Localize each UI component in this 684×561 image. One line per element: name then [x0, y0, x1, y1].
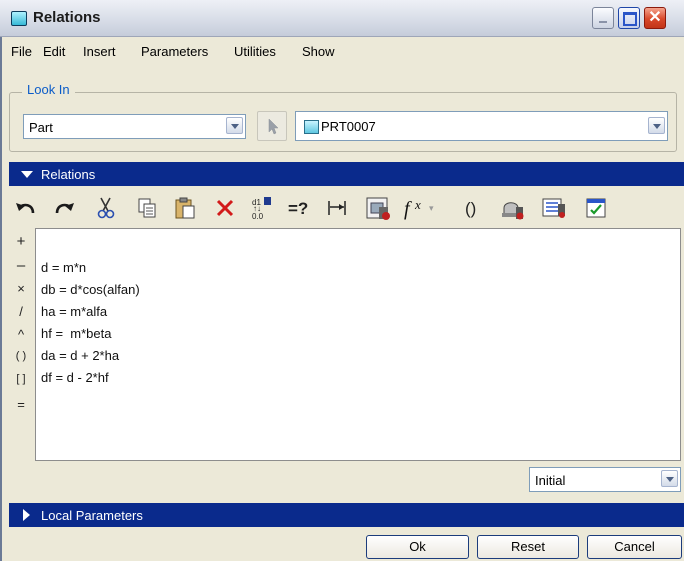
parentheses-icon[interactable]: () — [461, 190, 487, 226]
relation-line[interactable]: hf = m*beta — [41, 326, 111, 341]
title-bar[interactable]: Relations ✕ — [0, 0, 684, 37]
menu-edit[interactable]: Edit — [43, 44, 65, 59]
relations-editor[interactable]: d = m*n db = d*cos(alfan) ha = m*alfa hf… — [35, 228, 681, 461]
redo-icon[interactable] — [49, 190, 79, 226]
svg-text:f: f — [404, 198, 412, 220]
expand-triangle-icon — [23, 509, 30, 521]
reset-button[interactable]: Reset — [477, 535, 579, 559]
menu-show[interactable]: Show — [302, 44, 335, 59]
operator-minus-button[interactable]: – — [9, 257, 33, 274]
relation-line[interactable]: da = d + 2*ha — [41, 348, 119, 363]
operator-plus-button[interactable]: + — [9, 233, 33, 250]
operator-multiply-button[interactable]: × — [9, 281, 33, 296]
cut-icon[interactable] — [91, 190, 121, 226]
menu-parameters[interactable]: Parameters — [141, 44, 208, 59]
select-model-button[interactable] — [257, 111, 287, 141]
svg-text:0.0: 0.0 — [252, 212, 264, 221]
insert-parameter-icon[interactable] — [362, 190, 394, 226]
evaluate-icon[interactable]: =? — [284, 190, 316, 226]
relations-window: Relations ✕ File Edit Insert Parameters … — [0, 0, 684, 561]
operator-brackets-button[interactable]: [ ] — [9, 373, 33, 385]
collapse-triangle-icon — [21, 171, 33, 178]
verify-relations-icon[interactable] — [497, 190, 529, 226]
local-parameters-label: Local Parameters — [41, 508, 143, 523]
look-in-model-select[interactable]: PRT0007 — [295, 111, 668, 141]
chevron-down-icon[interactable] — [226, 117, 243, 134]
copy-icon[interactable] — [132, 190, 162, 226]
look-in-model-value: PRT0007 — [321, 119, 376, 134]
delete-icon[interactable] — [210, 190, 240, 226]
ok-button[interactable]: Ok — [366, 535, 469, 559]
pointer-icon — [268, 118, 279, 135]
relations-section-label: Relations — [41, 167, 96, 182]
menu-utilities[interactable]: Utilities — [234, 44, 276, 59]
window-title: Relations — [33, 9, 101, 26]
relation-line[interactable]: d = m*n — [41, 260, 86, 275]
minimize-button[interactable] — [592, 7, 614, 29]
relation-line[interactable]: df = d - 2*hf — [41, 370, 109, 385]
svg-text:(): () — [465, 199, 476, 218]
relations-toolbar: d1 ↑↓ 0.0 =? f x ▾ () — [9, 190, 679, 226]
close-button[interactable]: ✕ — [644, 7, 666, 29]
svg-text:▾: ▾ — [429, 203, 434, 213]
part-icon — [304, 120, 319, 134]
sort-relations-icon[interactable] — [538, 190, 570, 226]
undo-icon[interactable] — [11, 190, 41, 226]
operator-equals-button[interactable]: = — [9, 397, 33, 412]
operator-parentheses-button[interactable]: ( ) — [9, 350, 33, 362]
look-in-type-select[interactable]: Part — [23, 114, 246, 139]
look-in-legend: Look In — [22, 82, 75, 97]
display-values-icon[interactable]: d1 ↑↓ 0.0 — [247, 190, 279, 226]
svg-text:=?: =? — [288, 199, 308, 218]
menu-file[interactable]: File — [11, 44, 32, 59]
chevron-down-icon[interactable] — [661, 470, 678, 487]
operator-power-button[interactable]: ^ — [9, 327, 33, 342]
value-mode-select[interactable]: Initial — [529, 467, 681, 492]
insert-dimension-icon[interactable] — [321, 190, 353, 226]
relation-line[interactable]: ha = m*alfa — [41, 304, 107, 319]
operator-divide-button[interactable]: / — [9, 304, 33, 319]
app-icon — [11, 11, 27, 26]
checklist-icon[interactable] — [580, 190, 612, 226]
value-mode-value: Initial — [535, 473, 566, 488]
svg-text:x: x — [414, 197, 421, 212]
cancel-button[interactable]: Cancel — [587, 535, 682, 559]
relation-line[interactable]: db = d*cos(alfan) — [41, 282, 140, 297]
paste-icon[interactable] — [169, 190, 201, 226]
menu-insert[interactable]: Insert — [83, 44, 116, 59]
close-icon: ✕ — [648, 9, 662, 26]
maximize-button[interactable] — [618, 7, 640, 29]
window-border — [0, 36, 2, 561]
look-in-type-value: Part — [29, 120, 53, 135]
local-parameters-section-header[interactable]: Local Parameters — [9, 503, 684, 527]
function-icon[interactable]: f x ▾ — [401, 190, 437, 226]
chevron-down-icon[interactable] — [648, 117, 665, 134]
relations-section-header[interactable]: Relations — [9, 162, 684, 186]
